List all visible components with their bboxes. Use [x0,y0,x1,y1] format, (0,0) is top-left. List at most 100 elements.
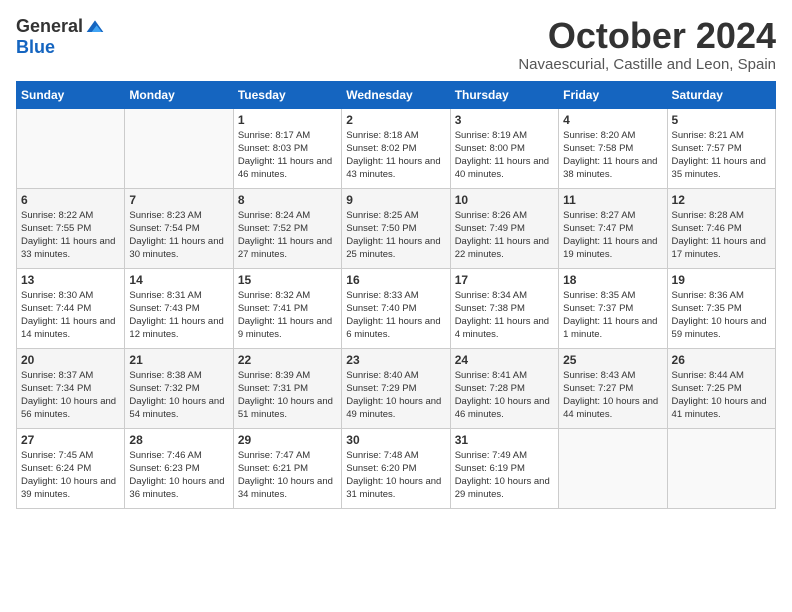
day-of-week-header: Tuesday [233,81,341,108]
cell-content: Sunrise: 8:21 AMSunset: 7:57 PMDaylight:… [672,129,771,182]
calendar-cell: 5 Sunrise: 8:21 AMSunset: 7:57 PMDaylight… [667,108,775,188]
calendar-cell: 6Sunrise: 8:22 AMSunset: 7:55 PMDaylight… [17,188,125,268]
month-title: October 2024 [518,16,776,56]
day-of-week-header: Sunday [17,81,125,108]
day-number: 21 [129,353,228,367]
cell-content: Sunrise: 7:46 AMSunset: 6:23 PMDaylight:… [129,449,228,502]
calendar-cell: 4 Sunrise: 8:20 AMSunset: 7:58 PMDaylight… [559,108,667,188]
day-of-week-header: Monday [125,81,233,108]
calendar-cell: 30Sunrise: 7:48 AMSunset: 6:20 PMDayligh… [342,428,450,508]
cell-content: Sunrise: 8:23 AMSunset: 7:54 PMDaylight:… [129,209,228,262]
calendar-cell: 29 Sunrise: 7:47 AMSunset: 6:21 PMDayligh… [233,428,341,508]
cell-content: Sunrise: 8:34 AMSunset: 7:38 PMDaylight:… [455,289,554,342]
header-row: SundayMondayTuesdayWednesdayThursdayFrid… [17,81,776,108]
cell-content: Sunrise: 8:39 AMSunset: 7:31 PMDaylight:… [238,369,337,422]
day-number: 19 [672,273,771,287]
day-number: 15 [238,273,337,287]
cell-content: Sunrise: 8:41 AMSunset: 7:28 PMDaylight:… [455,369,554,422]
calendar-body: 1 Sunrise: 8:17 AMSunset: 8:03 PMDaylight… [17,108,776,508]
day-number: 18 [563,273,662,287]
calendar-table: SundayMondayTuesdayWednesdayThursdayFrid… [16,81,776,509]
day-of-week-header: Thursday [450,81,558,108]
day-number: 23 [346,353,445,367]
day-number: 8 [238,193,337,207]
cell-content: Sunrise: 8:17 AMSunset: 8:03 PMDaylight:… [238,129,337,182]
cell-content: Sunrise: 8:37 AMSunset: 7:34 PMDaylight:… [21,369,120,422]
cell-content: Sunrise: 8:43 AMSunset: 7:27 PMDaylight:… [563,369,662,422]
day-number: 17 [455,273,554,287]
calendar-cell [17,108,125,188]
calendar-cell: 17 Sunrise: 8:34 AMSunset: 7:38 PMDayligh… [450,268,558,348]
logo: General Blue [16,16,105,58]
cell-content: Sunrise: 8:28 AMSunset: 7:46 PMDaylight:… [672,209,771,262]
day-number: 31 [455,433,554,447]
cell-content: Sunrise: 7:49 AMSunset: 6:19 PMDaylight:… [455,449,554,502]
day-number: 5 [672,113,771,127]
calendar-cell: 20 Sunrise: 8:37 AMSunset: 7:34 PMDayligh… [17,348,125,428]
day-number: 10 [455,193,554,207]
cell-content: Sunrise: 8:20 AMSunset: 7:58 PMDaylight:… [563,129,662,182]
day-number: 3 [455,113,554,127]
page-header: General Blue October 2024 Navaescurial, … [16,16,776,73]
calendar-cell: 2 Sunrise: 8:18 AMSunset: 8:02 PMDaylight… [342,108,450,188]
calendar-cell: 11Sunrise: 8:27 AMSunset: 7:47 PMDayligh… [559,188,667,268]
day-number: 20 [21,353,120,367]
calendar-cell: 22Sunrise: 8:39 AMSunset: 7:31 PMDayligh… [233,348,341,428]
day-number: 25 [563,353,662,367]
cell-content: Sunrise: 8:40 AMSunset: 7:29 PMDaylight:… [346,369,445,422]
day-number: 24 [455,353,554,367]
calendar-cell [125,108,233,188]
logo-general: General [16,16,83,37]
day-number: 30 [346,433,445,447]
calendar-week-row: 13 Sunrise: 8:30 AMSunset: 7:44 PMDayligh… [17,268,776,348]
cell-content: Sunrise: 8:18 AMSunset: 8:02 PMDaylight:… [346,129,445,182]
calendar-week-row: 6Sunrise: 8:22 AMSunset: 7:55 PMDaylight… [17,188,776,268]
day-number: 6 [21,193,120,207]
calendar-week-row: 20 Sunrise: 8:37 AMSunset: 7:34 PMDayligh… [17,348,776,428]
calendar-cell: 3 Sunrise: 8:19 AMSunset: 8:00 PMDaylight… [450,108,558,188]
calendar-cell: 25 Sunrise: 8:43 AMSunset: 7:27 PMDayligh… [559,348,667,428]
cell-content: Sunrise: 8:30 AMSunset: 7:44 PMDaylight:… [21,289,120,342]
calendar-cell: 7Sunrise: 8:23 AMSunset: 7:54 PMDaylight… [125,188,233,268]
calendar-cell: 21 Sunrise: 8:38 AMSunset: 7:32 PMDayligh… [125,348,233,428]
cell-content: Sunrise: 8:38 AMSunset: 7:32 PMDaylight:… [129,369,228,422]
day-number: 29 [238,433,337,447]
calendar-header: SundayMondayTuesdayWednesdayThursdayFrid… [17,81,776,108]
cell-content: Sunrise: 8:27 AMSunset: 7:47 PMDaylight:… [563,209,662,262]
calendar-cell: 28 Sunrise: 7:46 AMSunset: 6:23 PMDayligh… [125,428,233,508]
calendar-cell: 14 Sunrise: 8:31 AMSunset: 7:43 PMDayligh… [125,268,233,348]
day-number: 1 [238,113,337,127]
day-number: 13 [21,273,120,287]
day-of-week-header: Wednesday [342,81,450,108]
day-number: 2 [346,113,445,127]
calendar-cell: 31 Sunrise: 7:49 AMSunset: 6:19 PMDayligh… [450,428,558,508]
day-number: 28 [129,433,228,447]
cell-content: Sunrise: 7:47 AMSunset: 6:21 PMDaylight:… [238,449,337,502]
calendar-cell: 27Sunrise: 7:45 AMSunset: 6:24 PMDayligh… [17,428,125,508]
calendar-cell: 10 Sunrise: 8:26 AMSunset: 7:49 PMDayligh… [450,188,558,268]
calendar-cell [667,428,775,508]
cell-content: Sunrise: 8:25 AMSunset: 7:50 PMDaylight:… [346,209,445,262]
day-number: 26 [672,353,771,367]
calendar-cell [559,428,667,508]
calendar-cell: 13 Sunrise: 8:30 AMSunset: 7:44 PMDayligh… [17,268,125,348]
calendar-cell: 23 Sunrise: 8:40 AMSunset: 7:29 PMDayligh… [342,348,450,428]
calendar-cell: 8Sunrise: 8:24 AMSunset: 7:52 PMDaylight… [233,188,341,268]
logo-icon [85,17,105,37]
logo-blue: Blue [16,37,55,58]
cell-content: Sunrise: 8:44 AMSunset: 7:25 PMDaylight:… [672,369,771,422]
cell-content: Sunrise: 8:33 AMSunset: 7:40 PMDaylight:… [346,289,445,342]
day-number: 16 [346,273,445,287]
location-subtitle: Navaescurial, Castille and Leon, Spain [518,56,776,73]
calendar-week-row: 27Sunrise: 7:45 AMSunset: 6:24 PMDayligh… [17,428,776,508]
cell-content: Sunrise: 8:19 AMSunset: 8:00 PMDaylight:… [455,129,554,182]
day-number: 4 [563,113,662,127]
day-number: 9 [346,193,445,207]
cell-content: Sunrise: 8:32 AMSunset: 7:41 PMDaylight:… [238,289,337,342]
cell-content: Sunrise: 8:31 AMSunset: 7:43 PMDaylight:… [129,289,228,342]
cell-content: Sunrise: 8:26 AMSunset: 7:49 PMDaylight:… [455,209,554,262]
cell-content: Sunrise: 8:36 AMSunset: 7:35 PMDaylight:… [672,289,771,342]
calendar-cell: 18Sunrise: 8:35 AMSunset: 7:37 PMDayligh… [559,268,667,348]
day-number: 14 [129,273,228,287]
calendar-cell: 12Sunrise: 8:28 AMSunset: 7:46 PMDayligh… [667,188,775,268]
